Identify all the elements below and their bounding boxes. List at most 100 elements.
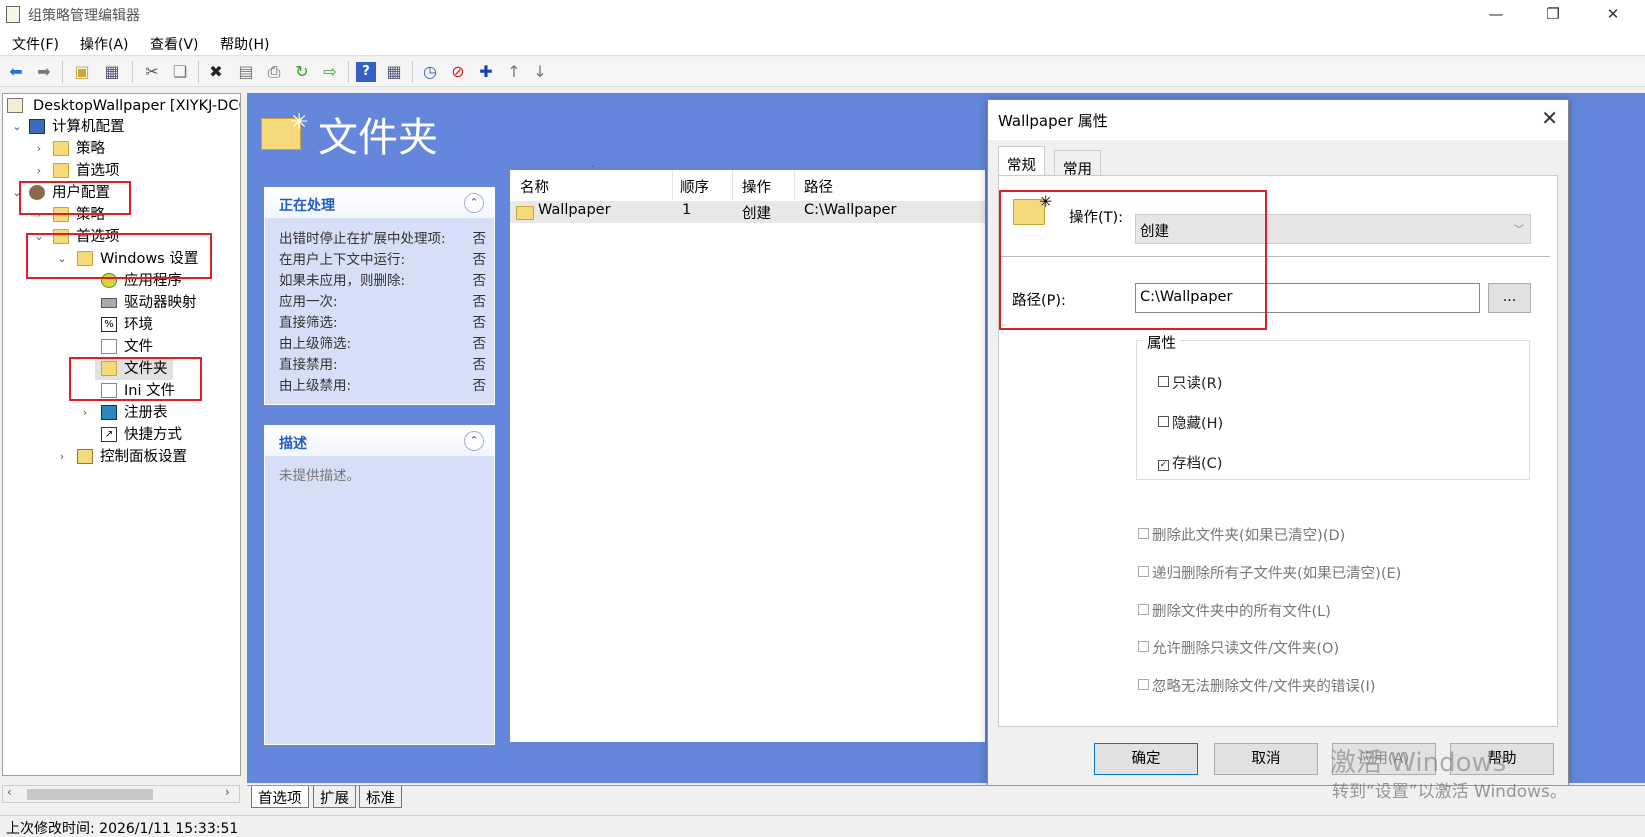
collapse-arrow-icon[interactable]: ⌄ [12, 116, 22, 138]
ok-button[interactable]: 确定 [1094, 743, 1198, 775]
scroll-left-icon[interactable]: ‹ [7, 785, 12, 799]
folder-icon [53, 229, 69, 244]
drive-icon [101, 298, 117, 308]
navigation-tree: DesktopWallpaper [XIYKJ-DC0 ⌄ 计算机配置 › 策略… [2, 93, 241, 776]
page-title: 文件夹 [318, 115, 438, 161]
new-item-icon[interactable]: ◷ [420, 62, 440, 82]
up-folder-icon[interactable]: ▣ [72, 62, 92, 82]
tab-preferences[interactable]: 首选项 [251, 786, 309, 808]
activation-watermark-hint: 转到“设置”以激活 Windows。 [1332, 782, 1567, 802]
cancel-button[interactable]: 取消 [1214, 743, 1318, 775]
status-text: 上次修改时间: 2026/1/11 15:33:51 [6, 821, 239, 837]
readonly-checkbox[interactable]: 只读(R) [1158, 372, 1222, 393]
menu-file[interactable]: 文件(F) [12, 34, 59, 54]
add-icon[interactable]: ✚ [476, 62, 496, 82]
show-pane-icon[interactable]: ▦ [384, 62, 404, 82]
control-panel-icon [77, 449, 93, 464]
gpo-editor-icon [6, 6, 20, 23]
description-title: 描述 [279, 436, 307, 452]
user-icon [29, 185, 45, 200]
stop-icon[interactable]: ⊘ [448, 62, 468, 82]
delete-folder-checkbox[interactable]: 删除此文件夹(如果已清空)(D) [1138, 524, 1345, 545]
expand-arrow-icon[interactable]: › [80, 402, 90, 424]
collapse-arrow-icon[interactable]: ⌄ [34, 226, 44, 248]
folder-icon [77, 251, 93, 266]
close-window-button[interactable]: ✕ [1590, 0, 1636, 30]
menu-view[interactable]: 查看(V) [150, 34, 199, 54]
window-title: 组策略管理编辑器 [28, 8, 140, 24]
browse-button[interactable]: ... [1488, 283, 1531, 313]
minimize-button[interactable]: — [1473, 0, 1519, 30]
processing-row: 由上级筛选: 否 [279, 336, 486, 352]
folder-icon [53, 163, 69, 178]
path-label: 路径(P): [1012, 293, 1066, 309]
chevron-down-icon: ﹀ [1514, 225, 1524, 236]
tree-folders[interactable]: 文件夹 [95, 358, 173, 380]
dialog-title: Wallpaper 属性 [998, 112, 1108, 130]
tab-standard[interactable]: 标准 [359, 786, 402, 808]
allow-readonly-delete-checkbox[interactable]: 允许删除只读文件/文件夹(O) [1138, 637, 1339, 658]
column-name[interactable]: 名称 [520, 176, 549, 197]
row-order: 1 [682, 202, 692, 218]
collapse-icon[interactable]: ⌃ [464, 193, 484, 213]
scroll-thumb[interactable] [27, 789, 153, 800]
menu-bar: 文件(F) 操作(A) 查看(V) 帮助(H) [0, 30, 1645, 56]
tab-extended[interactable]: 扩展 [313, 786, 356, 808]
description-text: 未提供描述。 [279, 468, 360, 484]
recursive-delete-checkbox[interactable]: 递归删除所有子文件夹(如果已清空)(E) [1138, 562, 1401, 583]
shortcut-icon: ↗ [101, 427, 117, 442]
properties-icon[interactable]: ▤ [236, 62, 256, 82]
menu-action[interactable]: 操作(A) [80, 34, 129, 54]
action-dropdown[interactable]: 创建 ﹀ [1135, 214, 1531, 244]
collapse-arrow-icon[interactable]: ⌄ [12, 182, 22, 204]
show-tree-icon[interactable]: ▦ [102, 62, 122, 82]
export-icon[interactable]: ⇨ [320, 62, 340, 82]
action-label: 操作(T): [1069, 210, 1124, 226]
processing-row: 在用户上下文中运行: 否 [279, 252, 486, 268]
delete-icon[interactable]: ✖ [206, 62, 226, 82]
tab-common[interactable]: 常用 [1054, 150, 1101, 178]
column-path[interactable]: 路径 [804, 176, 833, 197]
print-icon[interactable]: ⎙ [264, 62, 284, 82]
menu-help[interactable]: 帮助(H) [220, 34, 269, 54]
processing-row: 如果未应用，则删除: 否 [279, 273, 486, 289]
items-list: 名称 ˆ 顺序 操作 路径 Wallpaper 1 创建 C:\Wallpape… [510, 164, 985, 742]
row-path: C:\Wallpaper [804, 202, 897, 218]
refresh-icon[interactable]: ↻ [292, 62, 312, 82]
copy-icon[interactable]: ❏ [170, 62, 190, 82]
processing-row: 直接禁用: 否 [279, 357, 486, 373]
dialog-close-icon[interactable]: ✕ [1541, 106, 1558, 130]
column-action[interactable]: 操作 [742, 176, 771, 197]
attributes-title: 属性 [1143, 332, 1180, 353]
expand-arrow-icon[interactable]: › [34, 160, 44, 182]
archive-checkbox[interactable]: ✓ 存档(C) [1158, 452, 1222, 473]
computer-icon [29, 119, 45, 134]
scroll-right-icon[interactable]: › [225, 785, 230, 799]
collapse-icon[interactable]: ⌃ [464, 431, 484, 451]
ignore-errors-checkbox[interactable]: 忽略无法删除文件/文件夹的错误(I) [1138, 675, 1375, 696]
tab-general[interactable]: 常规 [998, 146, 1045, 176]
move-down-icon[interactable]: ↓ [530, 62, 550, 82]
new-sparkle-icon: ✳ [1039, 192, 1053, 211]
folder-new-icon [101, 361, 117, 376]
file-icon [101, 339, 117, 354]
folder-icon [53, 141, 69, 156]
forward-arrow-icon[interactable]: ➡ [34, 62, 54, 82]
delete-files-checkbox[interactable]: 删除文件夹中的所有文件(L) [1138, 600, 1331, 621]
back-arrow-icon[interactable]: ⬅ [6, 62, 26, 82]
expand-arrow-icon[interactable]: › [34, 204, 44, 226]
column-order[interactable]: 顺序 [680, 176, 709, 197]
processing-title: 正在处理 [279, 198, 335, 214]
collapse-arrow-icon[interactable]: ⌄ [57, 248, 67, 270]
maximize-button[interactable]: ❐ [1530, 0, 1576, 30]
tree-horizontal-scrollbar[interactable]: ‹ › [2, 785, 240, 803]
folder-icon [516, 206, 534, 220]
expand-arrow-icon[interactable]: › [57, 446, 67, 468]
processing-row: 直接筛选: 否 [279, 315, 486, 331]
move-up-icon[interactable]: ↑ [504, 62, 524, 82]
cut-icon[interactable]: ✂ [142, 62, 162, 82]
path-input[interactable]: C:\Wallpaper [1135, 283, 1480, 313]
expand-arrow-icon[interactable]: › [34, 138, 44, 160]
hidden-checkbox[interactable]: 隐藏(H) [1158, 412, 1223, 433]
help-icon[interactable]: ? [356, 62, 376, 82]
